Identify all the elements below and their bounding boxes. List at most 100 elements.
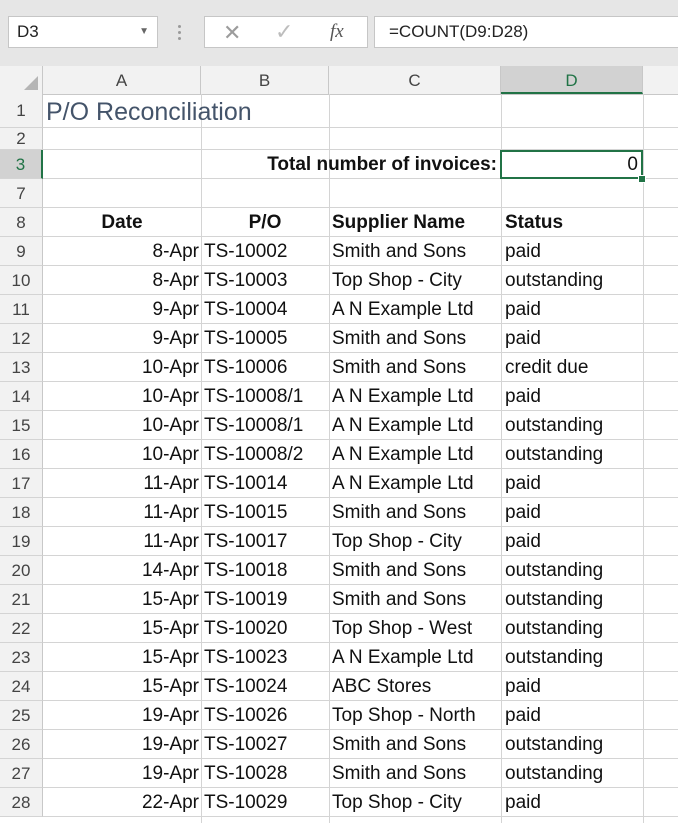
cell-po[interactable]: TS-10027 [204, 730, 328, 759]
cell-date[interactable]: 11-Apr [43, 469, 199, 498]
cell-po[interactable]: TS-10023 [204, 643, 328, 672]
row-header[interactable]: 17 [0, 469, 43, 498]
cell-status[interactable]: outstanding [505, 759, 641, 788]
cancel-icon[interactable]: ✕ [223, 20, 241, 46]
name-box[interactable]: D3 ▼ [8, 16, 158, 48]
cell-supplier[interactable]: A N Example Ltd [332, 295, 500, 324]
row-header[interactable]: 21 [0, 585, 43, 614]
row-header[interactable]: 15 [0, 411, 43, 440]
insert-function-icon[interactable]: fx [330, 21, 344, 43]
cell-date[interactable]: 9-Apr [43, 295, 199, 324]
chevron-down-icon[interactable]: ▼ [139, 17, 149, 47]
column-header-b[interactable]: B [201, 66, 329, 94]
cell-po[interactable]: TS-10029 [204, 788, 328, 817]
cell-po[interactable]: TS-10015 [204, 498, 328, 527]
cell-po[interactable]: TS-10008/1 [204, 411, 328, 440]
cell-status[interactable]: paid [505, 295, 641, 324]
cell-date[interactable]: 10-Apr [43, 411, 199, 440]
cell-supplier[interactable]: Smith and Sons [332, 498, 500, 527]
cell-supplier[interactable]: Smith and Sons [332, 585, 500, 614]
cell-supplier[interactable]: Smith and Sons [332, 353, 500, 382]
cell-po[interactable]: TS-10014 [204, 469, 328, 498]
row-header[interactable]: 19 [0, 527, 43, 556]
cell-po[interactable]: TS-10003 [204, 266, 328, 295]
row-header[interactable]: 24 [0, 672, 43, 701]
cell-status[interactable]: outstanding [505, 614, 641, 643]
header-status[interactable]: Status [505, 208, 641, 237]
cell-supplier[interactable]: Smith and Sons [332, 237, 500, 266]
cell-status[interactable]: outstanding [505, 643, 641, 672]
cell-supplier[interactable]: Top Shop - North [332, 701, 500, 730]
column-header-c[interactable]: C [329, 66, 501, 94]
cell-po[interactable]: TS-10018 [204, 556, 328, 585]
cell-date[interactable]: 8-Apr [43, 237, 199, 266]
cell-supplier[interactable]: A N Example Ltd [332, 469, 500, 498]
row-header[interactable]: 3 [0, 150, 43, 179]
row-header[interactable]: 25 [0, 701, 43, 730]
enter-check-icon[interactable]: ✓ [275, 19, 293, 45]
cell-supplier[interactable]: Smith and Sons [332, 324, 500, 353]
header-date[interactable]: Date [43, 208, 201, 237]
row-header[interactable]: 1 [0, 94, 43, 128]
column-header-d[interactable]: D [501, 66, 643, 94]
row-header[interactable]: 9 [0, 237, 43, 266]
cell-supplier[interactable]: Smith and Sons [332, 759, 500, 788]
cell-status[interactable]: paid [505, 324, 641, 353]
cell-supplier[interactable]: Top Shop - City [332, 266, 500, 295]
cell-supplier[interactable]: Top Shop - West [332, 614, 500, 643]
row-header[interactable]: 10 [0, 266, 43, 295]
cell-date[interactable]: 15-Apr [43, 614, 199, 643]
cell-po[interactable]: TS-10017 [204, 527, 328, 556]
cell-date[interactable]: 22-Apr [43, 788, 199, 817]
cell-po[interactable]: TS-10026 [204, 701, 328, 730]
row-header[interactable]: 8 [0, 208, 43, 237]
cell-date[interactable]: 11-Apr [43, 527, 199, 556]
cell-date[interactable]: 15-Apr [43, 585, 199, 614]
fill-handle[interactable] [638, 175, 646, 183]
row-header[interactable]: 11 [0, 295, 43, 324]
row-header[interactable]: 7 [0, 179, 43, 208]
cell-status[interactable]: paid [505, 527, 641, 556]
cell-status[interactable]: paid [505, 788, 641, 817]
cell-po[interactable]: TS-10008/2 [204, 440, 328, 469]
cell-po[interactable]: TS-10006 [204, 353, 328, 382]
cell-supplier[interactable]: Top Shop - City [332, 788, 500, 817]
cell-date[interactable]: 19-Apr [43, 730, 199, 759]
cell-po[interactable]: TS-10008/1 [204, 382, 328, 411]
row-header[interactable]: 20 [0, 556, 43, 585]
cell-status[interactable]: paid [505, 701, 641, 730]
sheet-title[interactable]: P/O Reconciliation [46, 96, 252, 128]
cell-po[interactable]: TS-10019 [204, 585, 328, 614]
row-header[interactable]: 27 [0, 759, 43, 788]
row-header[interactable]: 28 [0, 788, 43, 817]
select-all-corner[interactable] [0, 66, 43, 94]
cell-status[interactable]: outstanding [505, 411, 641, 440]
row-header[interactable]: 2 [0, 128, 43, 150]
cell-po[interactable]: TS-10005 [204, 324, 328, 353]
row-header[interactable]: 18 [0, 498, 43, 527]
cell-date[interactable]: 11-Apr [43, 498, 199, 527]
cell-date[interactable]: 15-Apr [43, 672, 199, 701]
cell-supplier[interactable]: Smith and Sons [332, 730, 500, 759]
cell-status[interactable]: paid [505, 469, 641, 498]
cell-date[interactable]: 10-Apr [43, 440, 199, 469]
cell-po[interactable]: TS-10004 [204, 295, 328, 324]
cell-status[interactable]: outstanding [505, 266, 641, 295]
cell-supplier[interactable]: Smith and Sons [332, 556, 500, 585]
more-options-icon[interactable] [176, 22, 182, 42]
total-label[interactable]: Total number of invoices: [201, 150, 497, 179]
column-header-a[interactable]: A [43, 66, 201, 94]
header-po[interactable]: P/O [201, 208, 329, 237]
row-header[interactable]: 12 [0, 324, 43, 353]
cell-status[interactable]: outstanding [505, 440, 641, 469]
row-header[interactable]: 26 [0, 730, 43, 759]
cell-po[interactable]: TS-10020 [204, 614, 328, 643]
formula-input[interactable]: =COUNT(D9:D28) [374, 16, 678, 48]
cell-supplier[interactable]: ABC Stores [332, 672, 500, 701]
row-header[interactable]: 22 [0, 614, 43, 643]
cell-status[interactable]: paid [505, 237, 641, 266]
cell-status[interactable]: paid [505, 672, 641, 701]
cell-status[interactable]: outstanding [505, 585, 641, 614]
header-supplier[interactable]: Supplier Name [332, 208, 500, 237]
cell-supplier[interactable]: A N Example Ltd [332, 643, 500, 672]
